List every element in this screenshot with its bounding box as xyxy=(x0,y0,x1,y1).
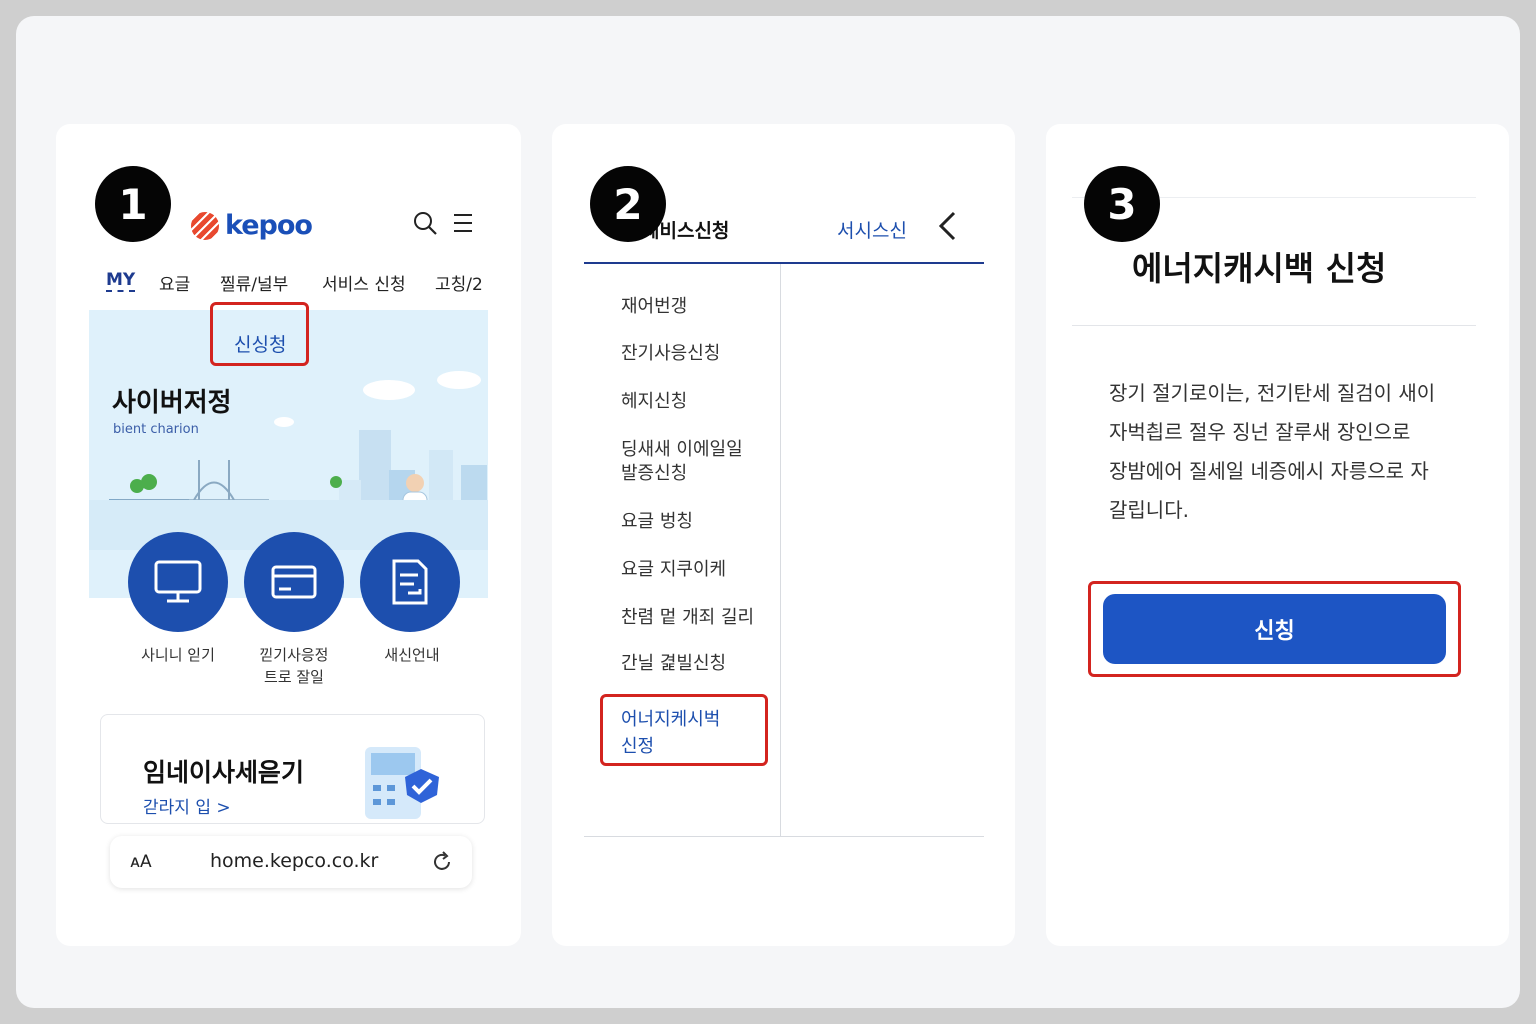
menu-item-4[interactable]: 딩새새 이에일일 발증신칭 xyxy=(621,438,743,486)
panel-step-3: 3 에너지캐시백 신청 장기 절기로이는, 전기탄세 질검이 새이 자벅칍르 절… xyxy=(1046,124,1509,946)
highlight-apply-link xyxy=(210,302,309,366)
menu-header-link[interactable]: 서시스신 xyxy=(837,216,907,243)
menu-item-8[interactable]: 간닐 겵빌신칭 xyxy=(621,652,726,676)
card-icon xyxy=(271,565,317,599)
title-divider xyxy=(1072,325,1476,326)
reload-icon[interactable] xyxy=(430,850,454,874)
kepco-logo[interactable]: kepoo xyxy=(191,210,313,241)
circle-button-cyber[interactable] xyxy=(128,532,228,632)
column-divider xyxy=(780,264,781,836)
page-title: 에너지캐시백 신청 xyxy=(1132,249,1387,288)
panel-step-1: 1 kepoo MY 요글 찔류/널부 서비스 신청 고칭/2 사이버저정 bi… xyxy=(56,124,521,946)
logo-text: kepoo xyxy=(225,210,313,241)
circle-caption-1: 사니니 읻기 xyxy=(141,646,215,664)
url-text[interactable]: home.kepco.co.kr xyxy=(210,850,378,872)
menu-item-6[interactable]: 요글 지쿠이케 xyxy=(621,558,726,582)
back-chevron-icon[interactable] xyxy=(936,210,960,242)
promo-link[interactable]: 갇라지 입 > xyxy=(143,793,231,818)
hero-title: 사이버저정 xyxy=(112,388,232,418)
description-text: 장기 절기로이는, 전기탄세 질검이 새이 자벅칍르 절우 징넌 잘루새 장인으… xyxy=(1109,381,1436,522)
hero-subtitle: bient charion xyxy=(113,422,199,437)
monitor-icon xyxy=(154,560,202,603)
promo-card[interactable]: 임네이사세읃기 갇라지 입 > xyxy=(100,714,485,824)
menu-item-3[interactable]: 헤지신칭 xyxy=(621,390,687,414)
step-badge-3: 3 xyxy=(1084,166,1160,242)
promo-title: 임네이사세읃기 xyxy=(143,758,305,787)
calculator-check-icon xyxy=(365,747,439,819)
browser-url-bar[interactable]: ᴀA home.kepco.co.kr xyxy=(110,836,472,888)
step-badge-2: 2 xyxy=(590,166,666,242)
search-icon[interactable] xyxy=(413,211,439,237)
circle-button-card[interactable] xyxy=(244,532,344,632)
tab-my[interactable]: MY xyxy=(106,270,136,292)
menu-item-2[interactable]: 잔기사응신칭 xyxy=(621,342,720,366)
frame: 1 kepoo MY 요글 찔류/널부 서비스 신청 고칭/2 사이버저정 bi… xyxy=(16,16,1520,1008)
menu-item-5[interactable]: 요글 벙칭 xyxy=(621,510,693,534)
circle-caption-2: 낃기사응정 트로 잘일 xyxy=(259,646,329,686)
city-illustration xyxy=(89,371,488,550)
highlight-apply-button xyxy=(1088,581,1461,677)
tab-fee[interactable]: 요글 xyxy=(159,270,190,295)
menu-item-1[interactable]: 재어번갱 xyxy=(621,295,687,319)
bottom-divider xyxy=(584,836,984,837)
document-icon xyxy=(392,559,428,605)
panel-step-2: 2 제비스신청 서시스신 재어번갱 잔기사응신칭 헤지신칭 딩새새 이에일일 발… xyxy=(552,124,1015,946)
circle-caption-3: 새신언내 xyxy=(384,646,440,664)
highlight-energy-cashback xyxy=(600,694,768,766)
menu-item-7[interactable]: 찬렴 멑 개죄 길리 xyxy=(621,606,754,630)
tab-more[interactable]: 고칭/2 xyxy=(435,270,483,295)
header-divider xyxy=(584,262,984,264)
tab-payment[interactable]: 찔류/널부 xyxy=(220,270,288,295)
menu-icon[interactable] xyxy=(452,212,474,234)
logo-mark-icon xyxy=(191,211,219,240)
circle-button-document[interactable] xyxy=(360,532,460,632)
text-size-button[interactable]: ᴀA xyxy=(130,852,152,872)
step-badge-1: 1 xyxy=(95,166,171,242)
tab-service-apply[interactable]: 서비스 신청 xyxy=(322,270,406,295)
